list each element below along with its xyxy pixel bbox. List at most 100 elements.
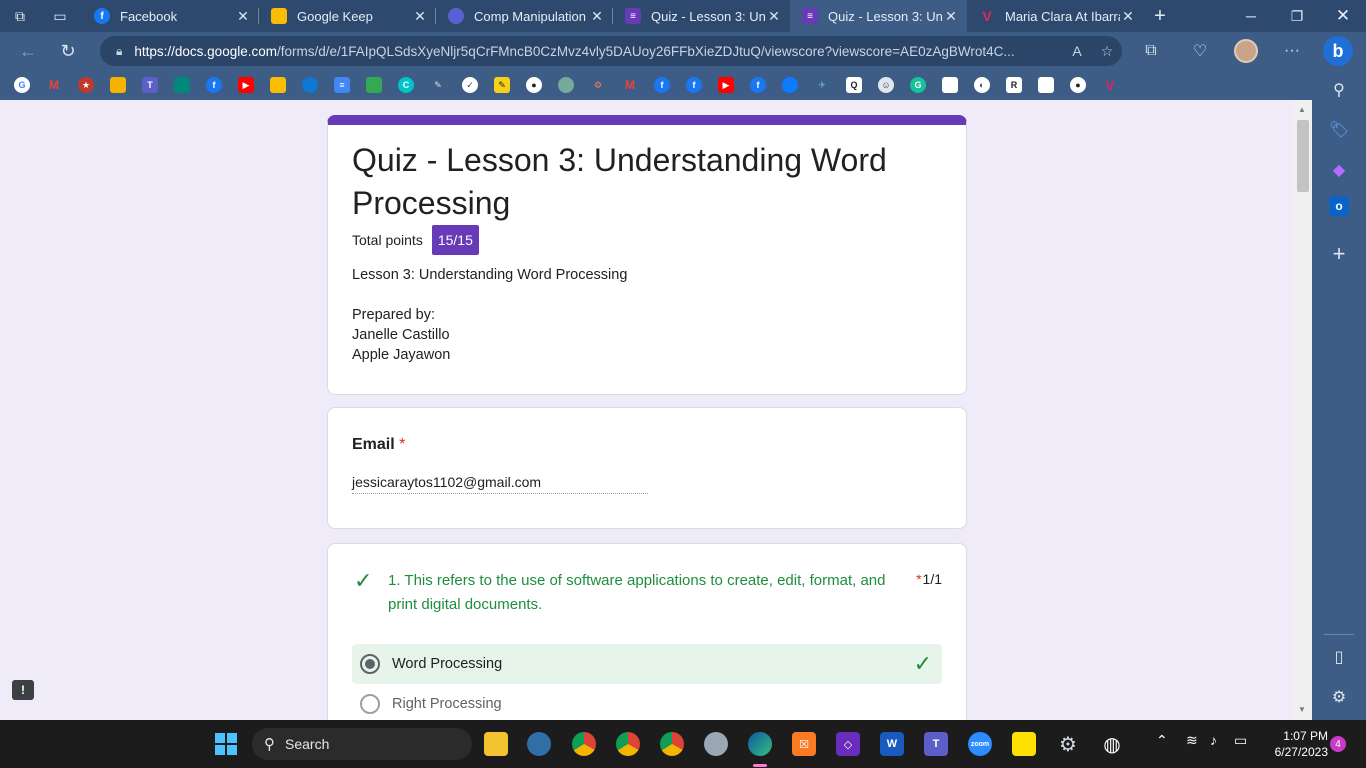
refresh-icon[interactable]: ↻ bbox=[48, 32, 88, 70]
profile-app-icon[interactable] bbox=[704, 732, 728, 756]
close-tab-icon[interactable]: ✕ bbox=[1120, 8, 1136, 25]
radio-button-checked[interactable] bbox=[360, 654, 380, 674]
sticky-notes-icon[interactable] bbox=[1012, 732, 1036, 756]
search-app-icon[interactable]: Q bbox=[846, 77, 862, 93]
radio-button[interactable] bbox=[360, 694, 380, 714]
restore-button[interactable]: ❐ bbox=[1274, 0, 1320, 32]
teams-icon[interactable]: T bbox=[142, 77, 158, 93]
bird-icon[interactable]: ✈ bbox=[814, 77, 830, 93]
user-app-icon[interactable] bbox=[527, 732, 551, 756]
notification-badge[interactable]: 4 bbox=[1330, 736, 1346, 752]
research-icon[interactable]: R bbox=[1006, 77, 1022, 93]
profile-avatar[interactable] bbox=[1228, 32, 1264, 70]
close-tab-icon[interactable]: ✕ bbox=[766, 8, 782, 25]
shopping-tag-icon[interactable]: 🏷︎ bbox=[1325, 116, 1353, 144]
tab-actions-icon[interactable]: ▭ bbox=[40, 0, 80, 32]
meet-icon[interactable] bbox=[174, 77, 190, 93]
chevron-up-icon[interactable]: ⌃ bbox=[1156, 732, 1168, 749]
tab-comp-manipulation[interactable]: Comp Manipulation ✕ bbox=[436, 0, 613, 32]
tab-quiz-1[interactable]: ≡ Quiz - Lesson 3: Unde ✕ bbox=[613, 0, 790, 32]
robot-icon[interactable]: ☺ bbox=[878, 77, 894, 93]
film-reel-icon-2[interactable]: ● bbox=[1070, 77, 1086, 93]
docs-icon[interactable]: ≡ bbox=[334, 77, 350, 93]
page-icon-2[interactable] bbox=[1038, 77, 1054, 93]
search-icon[interactable]: ⚲ bbox=[1325, 76, 1353, 104]
hide-sidebar-icon[interactable]: ▯ bbox=[1325, 643, 1353, 671]
back-arrow-icon[interactable]: ← bbox=[8, 32, 48, 70]
gmail-icon-2[interactable]: M bbox=[622, 77, 638, 93]
pencil-app-icon[interactable]: ✎ bbox=[494, 77, 510, 93]
answer-option[interactable]: Right Processing bbox=[352, 684, 942, 720]
pen-icon[interactable]: ✎ bbox=[430, 77, 446, 93]
recording-icon[interactable]: ◍ bbox=[1100, 732, 1124, 756]
volume-icon[interactable]: ♪ bbox=[1210, 732, 1217, 748]
tab-maria-clara[interactable]: V Maria Clara At Ibarra: ✕ bbox=[967, 0, 1144, 32]
system-clock[interactable]: 1:07 PM 6/27/2023 bbox=[1262, 728, 1328, 760]
scroll-up-arrow-icon[interactable]: ▲ bbox=[1298, 105, 1306, 114]
address-bar[interactable]: 🔒︎ https://docs.google.com/forms/d/e/1FA… bbox=[100, 36, 1122, 66]
keep-icon[interactable] bbox=[270, 77, 286, 93]
film-reel-icon[interactable]: ● bbox=[526, 77, 542, 93]
file-explorer-icon[interactable] bbox=[484, 732, 508, 756]
bing-copilot-icon[interactable]: b bbox=[1320, 32, 1356, 70]
settings-gear-icon[interactable]: ⚙ bbox=[1056, 732, 1080, 756]
messenger-icon[interactable] bbox=[782, 77, 798, 93]
chrome-icon-3[interactable] bbox=[660, 732, 684, 756]
youtube-icon-2[interactable]: ▶ bbox=[718, 77, 734, 93]
zoom-icon[interactable]: zoom bbox=[968, 732, 992, 756]
settings-gear-icon[interactable]: ⚙ bbox=[1325, 683, 1353, 711]
close-window-button[interactable]: ✕ bbox=[1320, 0, 1366, 32]
youtube-icon[interactable]: ▶ bbox=[238, 77, 254, 93]
read-aloud-icon[interactable]: A bbox=[1062, 43, 1092, 59]
taskbar-search[interactable]: ⚲ Search bbox=[252, 728, 472, 760]
vertical-scrollbar[interactable]: ▲ ▼ bbox=[1294, 100, 1312, 720]
hubspot-icon[interactable]: ⚙ bbox=[590, 77, 606, 93]
copilot-icon[interactable]: ◆ bbox=[1325, 156, 1353, 184]
workspaces-icon[interactable]: ⧉ bbox=[0, 0, 40, 32]
teams-icon[interactable]: T bbox=[924, 732, 948, 756]
tab-quiz-2-active[interactable]: ≡ Quiz - Lesson 3: Unde ✕ bbox=[790, 0, 967, 32]
facebook-icon-3[interactable]: f bbox=[686, 77, 702, 93]
chrome-icon[interactable] bbox=[572, 732, 596, 756]
browser-essentials-icon[interactable]: ♡ bbox=[1182, 32, 1218, 70]
add-sidebar-app-icon[interactable]: + bbox=[1325, 240, 1353, 268]
onedrive-icon[interactable] bbox=[302, 77, 318, 93]
canva-icon[interactable]: C bbox=[398, 77, 414, 93]
xampp-icon[interactable]: ☒ bbox=[792, 732, 816, 756]
gmail-icon[interactable]: M bbox=[46, 77, 62, 93]
battery-icon[interactable]: ▭ bbox=[1234, 732, 1247, 749]
grammar-icon[interactable]: G bbox=[910, 77, 926, 93]
close-tab-icon[interactable]: ✕ bbox=[943, 8, 959, 25]
tab-google-keep[interactable]: Google Keep ✕ bbox=[259, 0, 436, 32]
outlook-icon[interactable]: o bbox=[1329, 196, 1349, 216]
chrome-icon-2[interactable] bbox=[616, 732, 640, 756]
facebook-icon[interactable]: f bbox=[206, 77, 222, 93]
half-circle-icon[interactable]: ◐ bbox=[974, 77, 990, 93]
new-tab-button[interactable]: + bbox=[1144, 5, 1176, 28]
answer-option-selected[interactable]: Word Processing ✓ bbox=[352, 644, 942, 684]
classroom-icon[interactable] bbox=[110, 77, 126, 93]
google-icon[interactable]: G bbox=[14, 77, 30, 93]
windows-start-icon[interactable] bbox=[215, 733, 237, 755]
word-icon[interactable]: W bbox=[880, 732, 904, 756]
drive-icon[interactable] bbox=[366, 77, 382, 93]
wifi-icon[interactable]: ≋ bbox=[1186, 732, 1198, 749]
close-tab-icon[interactable]: ✕ bbox=[589, 8, 605, 25]
extensions-icon[interactable]: ⧉ bbox=[1133, 32, 1169, 70]
facebook-icon-2[interactable]: f bbox=[654, 77, 670, 93]
report-feedback-icon[interactable]: ! bbox=[12, 680, 34, 700]
star-badge-icon[interactable]: ★ bbox=[78, 77, 94, 93]
favorite-star-icon[interactable]: ☆ bbox=[1092, 43, 1122, 60]
tab-facebook[interactable]: f Facebook ✕ bbox=[82, 0, 259, 32]
chatgpt-icon[interactable] bbox=[558, 77, 574, 93]
brand-icon[interactable]: V bbox=[1102, 77, 1118, 93]
close-tab-icon[interactable]: ✕ bbox=[235, 8, 251, 25]
more-menu-icon[interactable]: ··· bbox=[1274, 32, 1310, 70]
close-tab-icon[interactable]: ✕ bbox=[412, 8, 428, 25]
scrollbar-thumb[interactable] bbox=[1297, 120, 1309, 192]
minimize-button[interactable]: ─ bbox=[1228, 0, 1274, 32]
edge-icon[interactable] bbox=[748, 732, 772, 756]
check-circle-icon[interactable]: ✓ bbox=[462, 77, 478, 93]
scroll-down-arrow-icon[interactable]: ▼ bbox=[1298, 705, 1306, 714]
page-icon[interactable] bbox=[942, 77, 958, 93]
